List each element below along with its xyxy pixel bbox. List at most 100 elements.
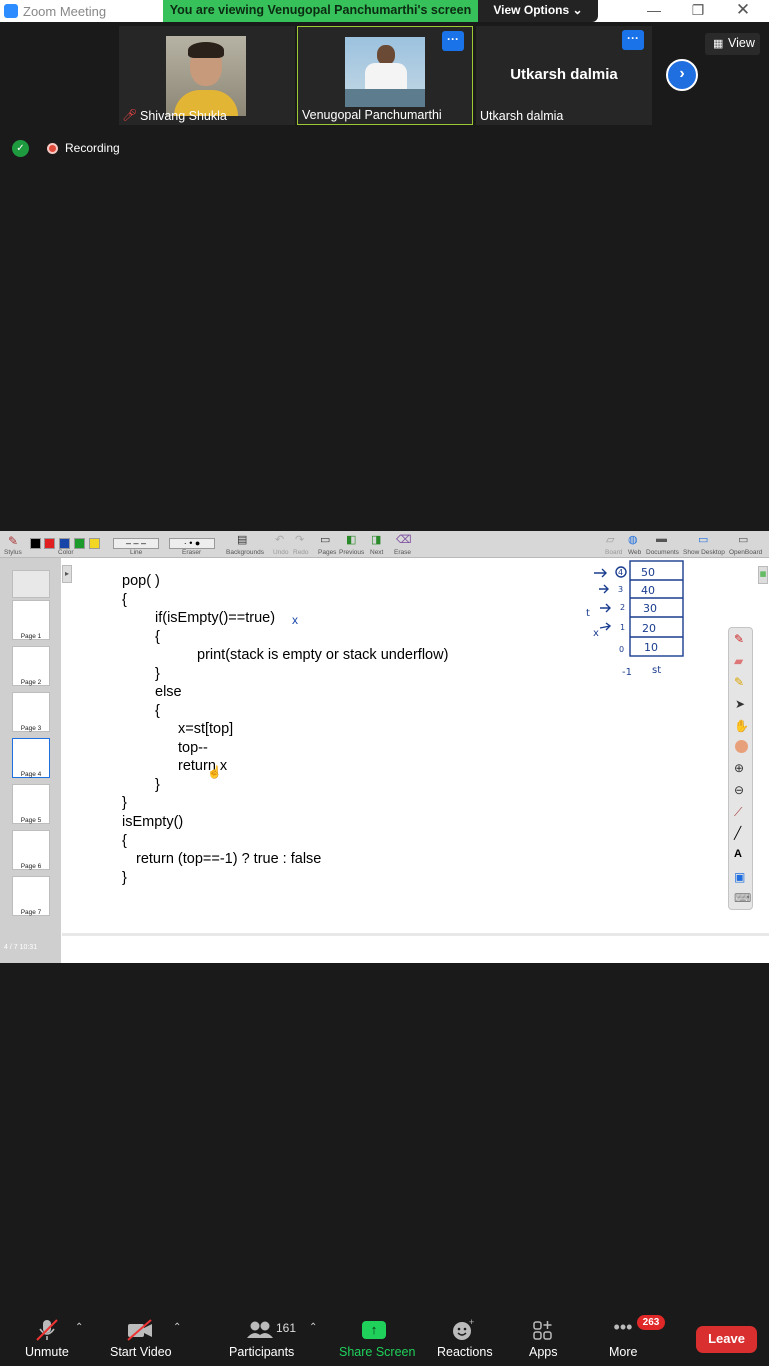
participants-button[interactable]: Participants xyxy=(229,1345,294,1359)
stack-index: 3 xyxy=(618,585,623,594)
toolbar-label: Eraser xyxy=(182,549,202,556)
color-red[interactable] xyxy=(44,538,55,549)
share-screen-icon[interactable]: ↑ xyxy=(362,1321,386,1339)
board-icon[interactable]: ▱ xyxy=(606,533,614,546)
pointer-icon[interactable]: ➤ xyxy=(735,697,745,711)
eraser-size-selector[interactable]: · • ● xyxy=(169,538,215,549)
color-yellow[interactable] xyxy=(89,538,100,549)
page-thumbnail-7[interactable]: Page 7 xyxy=(12,876,50,916)
video-off-icon[interactable] xyxy=(126,1318,152,1342)
code-line: top-- xyxy=(178,740,208,756)
more-options-button[interactable]: ··· xyxy=(442,31,464,51)
chevron-down-icon: ⌄ xyxy=(572,3,583,17)
code-line: return (top==-1) ? true : false xyxy=(136,851,322,867)
toolbar-label: Stylus xyxy=(4,549,22,556)
toolbar-label: Backgrounds xyxy=(226,549,264,556)
stylus-icon[interactable]: ✎ xyxy=(8,534,18,548)
start-video-button[interactable]: Start Video xyxy=(110,1345,172,1359)
code-line: } xyxy=(155,666,160,682)
page-thumbnail-3[interactable]: Page 3 xyxy=(12,692,50,732)
laser-pointer-icon[interactable] xyxy=(735,740,748,753)
documents-folder-icon[interactable]: ▬ xyxy=(656,533,667,545)
unmute-button[interactable]: Unmute xyxy=(25,1345,69,1359)
page-thumbnail-6[interactable]: Page 6 xyxy=(12,830,50,870)
stack-index: 0 xyxy=(619,645,624,654)
pipette-icon[interactable]: ⟋ xyxy=(734,805,742,820)
reactions-button[interactable]: Reactions xyxy=(437,1345,493,1359)
stack-value: 50 xyxy=(641,566,655,579)
text-tool-icon[interactable]: A xyxy=(734,848,742,860)
capture-icon[interactable]: ▣ xyxy=(734,870,745,884)
next-page-icon[interactable]: ◨ xyxy=(371,533,381,546)
toolbar-label: Board xyxy=(605,549,623,556)
hand-tool-icon[interactable]: ✋ xyxy=(734,719,749,733)
apps-icon[interactable] xyxy=(530,1318,556,1342)
screen-share-banner: You are viewing Venugopal Panchumarthi's… xyxy=(163,0,478,22)
security-shield-icon[interactable]: ✓ xyxy=(12,140,29,157)
line-width-selector[interactable]: – – – xyxy=(113,538,159,549)
page-thumbnail-4[interactable]: Page 4 xyxy=(12,738,50,778)
toolbar-label: Erase xyxy=(394,549,411,556)
zoom-in-icon[interactable]: ⊕ xyxy=(734,761,744,775)
stack-value: 40 xyxy=(641,584,655,597)
side-panel-toggle-icon[interactable]: ▦ xyxy=(758,566,768,584)
muted-mic-icon[interactable] xyxy=(34,1318,60,1342)
participants-count: 161 xyxy=(276,1321,297,1335)
view-options-button[interactable]: View Options ⌄ xyxy=(478,0,598,22)
grid-icon: ▦ xyxy=(713,38,724,50)
participant-tile-active[interactable]: ··· Venugopal Panchumarthi xyxy=(297,26,473,125)
recording-status[interactable]: Recording xyxy=(65,141,120,155)
view-options-label: View Options xyxy=(493,3,570,17)
stack-index: 1 xyxy=(620,623,625,632)
audio-options-chevron-icon[interactable]: ⌃ xyxy=(75,1322,83,1333)
more-button[interactable]: More xyxy=(609,1345,637,1359)
minimize-icon[interactable]: — xyxy=(644,2,664,20)
color-blue[interactable] xyxy=(59,538,70,549)
more-options-button[interactable]: ··· xyxy=(622,30,644,50)
code-line: else xyxy=(155,684,182,700)
page-thumbnail-5[interactable]: Page 5 xyxy=(12,784,50,824)
leave-button[interactable]: Leave xyxy=(696,1326,757,1353)
web-globe-icon[interactable]: ◍ xyxy=(628,533,638,546)
pen-icon[interactable]: ✎ xyxy=(734,632,744,646)
undo-icon[interactable]: ↶ xyxy=(275,533,284,546)
pages-icon[interactable]: ▭ xyxy=(320,533,330,546)
participant-tile[interactable]: Utkarsh dalmia ··· Utkarsh dalmia xyxy=(476,26,652,125)
openboard-icon[interactable]: ▭ xyxy=(738,533,748,546)
code-line: { xyxy=(155,703,160,719)
reactions-icon[interactable]: + xyxy=(450,1317,476,1342)
toolbar-label: Show Desktop xyxy=(683,549,725,556)
page-thumbnail-2[interactable]: Page 2 xyxy=(12,646,50,686)
view-label: View xyxy=(728,36,755,50)
participant-video xyxy=(166,36,246,116)
zoom-out-icon[interactable]: ⊖ xyxy=(734,783,744,797)
code-line: if(isEmpty()==true) xyxy=(155,610,276,626)
close-icon[interactable]: ✕ xyxy=(733,1,753,20)
share-screen-button[interactable]: Share Screen xyxy=(339,1345,415,1359)
marker-icon[interactable]: ✎ xyxy=(734,675,744,689)
view-button[interactable]: ▦ View xyxy=(705,33,760,55)
stack-index: 2 xyxy=(620,603,625,612)
apps-button[interactable]: Apps xyxy=(529,1345,558,1359)
color-green[interactable] xyxy=(74,538,85,549)
participants-icon[interactable] xyxy=(246,1318,276,1342)
redo-icon[interactable]: ↷ xyxy=(295,533,304,546)
show-desktop-icon[interactable]: ▭ xyxy=(698,533,708,546)
erase-icon[interactable]: ⌫ xyxy=(396,533,412,546)
video-options-chevron-icon[interactable]: ⌃ xyxy=(173,1322,181,1333)
more-dots-icon[interactable]: ••• xyxy=(610,1318,636,1342)
participant-tile[interactable]: 🎤︎ Shivang Shukla xyxy=(119,26,295,125)
eraser-icon[interactable]: ▰ xyxy=(734,654,743,668)
participants-options-chevron-icon[interactable]: ⌃ xyxy=(309,1322,317,1333)
line-tool-icon[interactable]: ╱ xyxy=(734,826,741,840)
chevron-right-icon: › xyxy=(679,65,685,82)
keyboard-icon[interactable]: ⌨ xyxy=(734,891,751,905)
restore-icon[interactable]: ❐ xyxy=(688,2,708,20)
collapse-panel-icon[interactable]: ▸ xyxy=(62,565,72,583)
backgrounds-icon[interactable]: ▤ xyxy=(237,533,247,546)
page-thumbnail-1[interactable]: Page 1 xyxy=(12,600,50,640)
color-black[interactable] xyxy=(30,538,41,549)
previous-page-icon[interactable]: ◧ xyxy=(346,533,356,546)
next-page-button[interactable]: › xyxy=(666,59,698,91)
toolbar-label: Documents xyxy=(646,549,679,556)
